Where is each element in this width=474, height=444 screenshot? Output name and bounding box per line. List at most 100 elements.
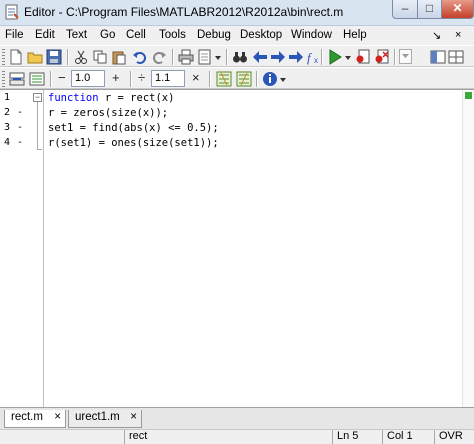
save-icon[interactable] <box>46 49 62 65</box>
divide-button[interactable]: ÷ <box>138 70 145 85</box>
code-fold-toggle[interactable]: − <box>33 93 42 102</box>
stack-dropdown[interactable] <box>399 49 412 64</box>
tab-label: urect1.m <box>75 411 120 423</box>
toolbar-separator <box>67 49 69 65</box>
print-icon[interactable] <box>178 49 194 65</box>
cell-grid-eval-icon[interactable] <box>236 71 252 87</box>
undo-icon[interactable] <box>132 49 148 65</box>
tab-label: rect.m <box>11 411 43 423</box>
menu-debug[interactable]: Debug <box>197 29 231 41</box>
status-bar: rect Ln 5 Col 1 OVR <box>0 429 474 444</box>
copy-icon[interactable] <box>92 49 108 65</box>
line-number: 3 <box>4 122 11 133</box>
redo-icon[interactable] <box>151 49 167 65</box>
code-text: set1 = find(abs(x) <= 0.5); <box>48 122 219 134</box>
insert-cell-divider-icon[interactable] <box>9 71 25 87</box>
menu-window[interactable]: Window <box>291 29 332 41</box>
maximize-icon: □ <box>425 1 434 15</box>
undock-icon[interactable]: ↘ <box>432 29 441 42</box>
fold-line <box>37 102 38 150</box>
cell-grid-icon[interactable] <box>216 71 232 87</box>
publish-dropdown-icon[interactable] <box>213 49 223 65</box>
info-dropdown-icon[interactable] <box>278 71 288 87</box>
minimize-icon: – <box>401 1 409 15</box>
menu-edit[interactable]: Edit <box>35 29 55 41</box>
chevron-down-icon <box>402 54 409 58</box>
status-overwrite-mode: OVR <box>434 430 474 444</box>
status-column: Col 1 <box>382 430 434 444</box>
menu-bar: File Edit Text Go Cell Tools Debug Deskt… <box>0 26 474 45</box>
decrement-button[interactable]: − <box>58 70 66 85</box>
multiply-button[interactable]: × <box>192 70 200 85</box>
menu-cell[interactable]: Cell <box>126 29 146 41</box>
svg-text:f: f <box>307 50 313 65</box>
code-text: r(set1) = ones(size(set1)); <box>48 137 219 149</box>
code-line: r = zeros(size(x)); <box>48 107 168 119</box>
find-binoculars-icon[interactable] <box>232 49 248 65</box>
minimize-button[interactable]: – <box>392 0 418 19</box>
line-number: 2 <box>4 107 11 118</box>
run-dropdown-icon[interactable] <box>343 49 353 65</box>
title-bar: Editor - C:\Program Files\MATLABR2012\R2… <box>0 0 474 26</box>
close-window-button[interactable]: ✕ <box>442 0 474 19</box>
next-arrow-icon[interactable] <box>288 49 304 65</box>
dock-left-icon[interactable] <box>430 49 446 65</box>
close-editor-icon[interactable]: × <box>455 29 461 41</box>
line-number: 1 <box>4 92 11 103</box>
menu-file[interactable]: File <box>5 29 24 41</box>
code-text: r = rect(x) <box>98 92 175 104</box>
menu-desktop[interactable]: Desktop <box>240 29 282 41</box>
menu-help[interactable]: Help <box>343 29 367 41</box>
svg-text:x: x <box>314 56 318 65</box>
window-title: Editor - C:\Program Files\MATLABR2012\R2… <box>24 5 344 19</box>
toolbar-separator <box>209 71 211 87</box>
new-file-icon[interactable] <box>8 49 24 65</box>
toolbar-grip[interactable] <box>2 49 5 65</box>
line-gutter[interactable]: 1 2 3 4 - - - − <box>0 90 44 407</box>
cell-toolbar: − 1.0 + ÷ 1.1 × <box>0 67 474 89</box>
close-tab-icon[interactable]: × <box>54 411 61 423</box>
breakpoint-marker[interactable]: - <box>17 137 23 148</box>
toolbar-grip[interactable] <box>2 71 5 87</box>
menu-go[interactable]: Go <box>100 29 115 41</box>
clear-breakpoints-icon[interactable] <box>374 49 390 65</box>
go-back-icon[interactable] <box>252 49 268 65</box>
toolbar-separator <box>172 49 174 65</box>
go-forward-icon[interactable] <box>270 49 286 65</box>
menu-text[interactable]: Text <box>66 29 87 41</box>
toolbar-separator <box>50 71 52 87</box>
function-browser-icon[interactable]: fx <box>306 49 322 65</box>
line-number: 4 <box>4 137 11 148</box>
code-editor[interactable]: 1 2 3 4 - - - − function r = rect(x) r =… <box>0 89 474 407</box>
breakpoint-marker[interactable]: - <box>17 107 23 118</box>
divide-value-field[interactable]: 1.1 <box>151 70 185 87</box>
code-line: r(set1) = ones(size(set1)); <box>48 137 219 149</box>
document-tab-bar: rect.m × urect1.m × <box>0 407 474 429</box>
publish-icon[interactable] <box>197 49 213 65</box>
set-breakpoint-icon[interactable] <box>355 49 371 65</box>
tab-rect[interactable]: rect.m × <box>4 410 66 428</box>
tile-windows-icon[interactable] <box>448 49 464 65</box>
maximize-button[interactable]: □ <box>418 0 442 19</box>
paste-icon[interactable] <box>111 49 127 65</box>
menu-tools[interactable]: Tools <box>159 29 186 41</box>
breakpoint-marker[interactable]: - <box>17 122 23 133</box>
open-folder-icon[interactable] <box>27 49 43 65</box>
tab-urect1[interactable]: urect1.m × <box>68 410 142 428</box>
close-tab-icon[interactable]: × <box>130 411 137 423</box>
vertical-scrollbar[interactable] <box>462 90 474 407</box>
toolbar-separator <box>226 49 228 65</box>
evaluate-cell-icon[interactable] <box>29 71 45 87</box>
fold-end <box>37 149 42 150</box>
run-icon[interactable] <box>327 49 343 65</box>
code-analyzer-status-icon[interactable] <box>465 92 472 99</box>
cut-icon[interactable] <box>73 49 89 65</box>
increment-value-field[interactable]: 1.0 <box>71 70 105 87</box>
increment-button[interactable]: + <box>112 70 120 85</box>
toolbar-separator <box>394 49 396 65</box>
matlab-editor-icon <box>5 4 19 20</box>
toolbar-separator <box>256 71 258 87</box>
status-line: Ln 5 <box>332 430 382 444</box>
code-line: set1 = find(abs(x) <= 0.5); <box>48 122 219 134</box>
info-icon[interactable] <box>262 71 278 87</box>
